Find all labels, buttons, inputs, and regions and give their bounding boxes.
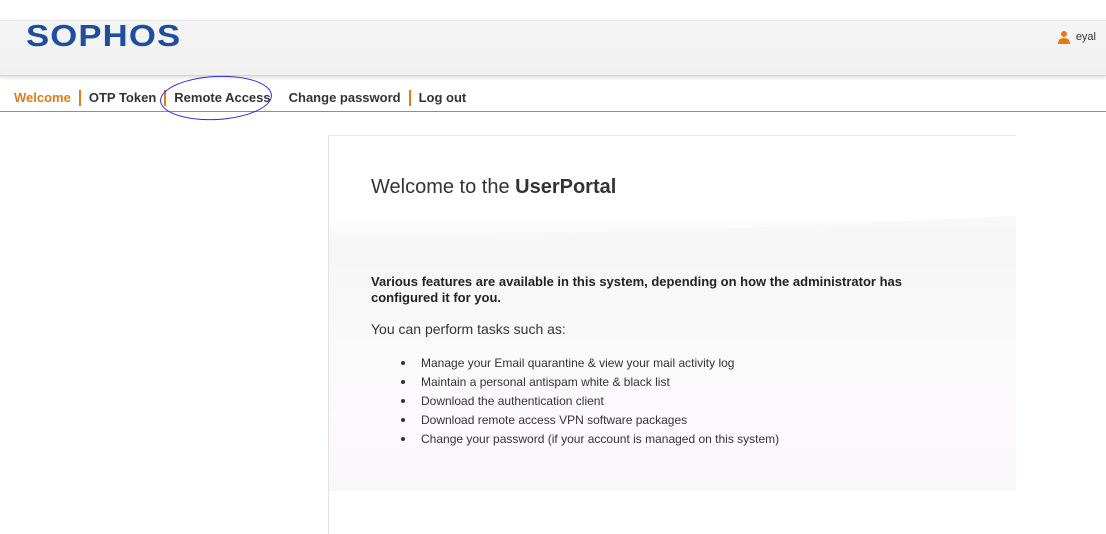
intro-text: Various features are available in this s… [371, 274, 902, 305]
tasks-heading: You can perform tasks such as: [371, 321, 566, 337]
nav-welcome[interactable]: Welcome [6, 90, 79, 106]
list-item: Manage your Email quarantine & view your… [401, 355, 779, 374]
nav-log-out[interactable]: Log out [411, 90, 475, 106]
page-title-prefix: Welcome to the [371, 176, 516, 198]
list-item-text: Download the authentication client [421, 394, 604, 408]
bullet-icon [401, 437, 405, 441]
list-item-text: Manage your Email quarantine & view your… [421, 356, 735, 370]
list-item: Maintain a personal antispam white & bla… [401, 374, 779, 393]
page-title: Welcome to the UserPortal [371, 176, 616, 199]
list-item-text: Change your password (if your account is… [421, 432, 780, 446]
header: SOPHOS eyal [0, 0, 1106, 76]
bullet-icon [401, 399, 405, 403]
nav-remote-access[interactable]: Remote Access [166, 90, 278, 106]
user-icon [1057, 31, 1070, 44]
username: eyal [1075, 31, 1096, 43]
page-title-bold: UserPortal [515, 176, 617, 198]
nav-otp-token[interactable]: OTP Token [81, 90, 164, 106]
list-item-text: Download remote access VPN software pack… [421, 413, 688, 427]
bullet-icon [401, 361, 405, 365]
bullet-icon [401, 418, 405, 422]
list-item-text: Maintain a personal antispam white & bla… [421, 375, 670, 389]
user-menu[interactable]: eyal [1057, 30, 1096, 44]
task-list: Manage your Email quarantine & view your… [401, 355, 779, 450]
welcome-panel: Welcome to the UserPortal Various featur… [328, 135, 1016, 534]
list-item: Download the authentication client [401, 393, 779, 412]
list-item: Download remote access VPN software pack… [401, 412, 779, 431]
main-nav: Welcome OTP Token Remote Access Change p… [0, 84, 1106, 112]
sophos-logo: SOPHOS [26, 18, 182, 53]
bullet-icon [401, 380, 405, 384]
list-item: Change your password (if your account is… [401, 431, 779, 450]
nav-change-password[interactable]: Change password [281, 90, 409, 106]
